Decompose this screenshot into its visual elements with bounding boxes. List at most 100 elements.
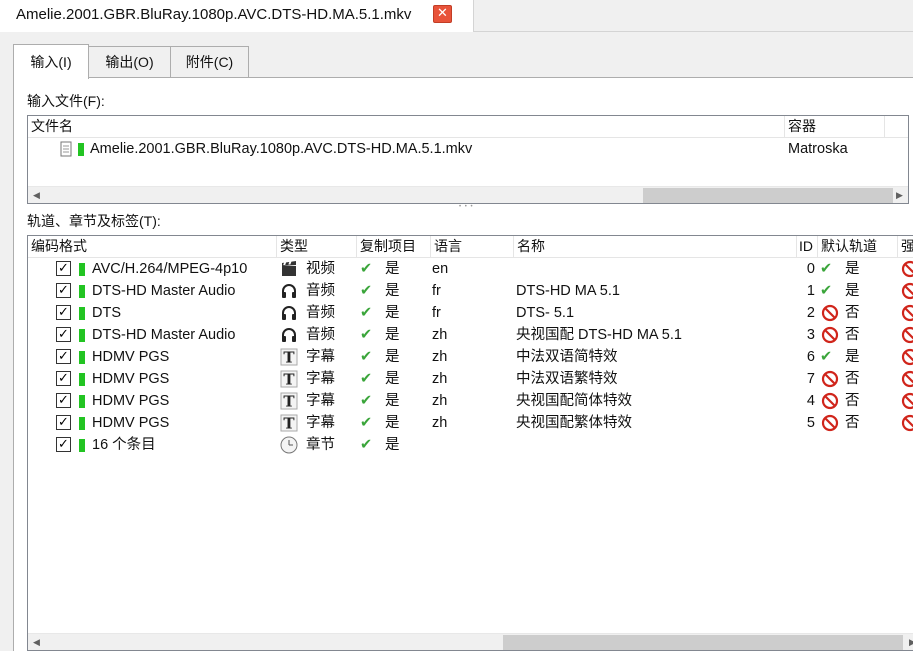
- track-row[interactable]: ✓ AVC/H.264/MPEG-4p10 视频 ✔ 是 en 0 ✔ 是: [28, 258, 913, 280]
- checkmark-icon: ✔: [360, 305, 373, 321]
- track-type: 章节: [306, 437, 335, 453]
- tab-attachments[interactable]: 附件(C): [170, 46, 249, 77]
- splitter-handle[interactable]: • • •: [459, 204, 474, 210]
- track-copy: 是: [385, 415, 400, 431]
- no-icon: [821, 414, 839, 432]
- svg-text:T: T: [283, 349, 295, 367]
- track-status-bar: [79, 263, 85, 276]
- column-header-default[interactable]: 默认轨道: [818, 236, 898, 258]
- track-status-bar: [79, 417, 85, 430]
- track-checkbox[interactable]: ✓: [56, 283, 71, 298]
- file-icon: [58, 140, 76, 158]
- track-default: 是: [845, 349, 860, 365]
- checkmark-icon: ✔: [360, 349, 373, 365]
- tracks-list[interactable]: 编码格式 类型 复制项目 语言 名称 ID 默认轨道 强 ✓ AVC/H.264/…: [27, 235, 913, 651]
- track-id: 1: [806, 283, 815, 299]
- track-default: 否: [845, 393, 860, 409]
- track-checkbox[interactable]: ✓: [56, 415, 71, 430]
- track-checkbox[interactable]: ✓: [56, 305, 71, 320]
- checkmark-icon: ✔: [360, 261, 373, 277]
- checkmark-icon: ✔: [820, 349, 833, 365]
- track-status-bar: [79, 373, 85, 386]
- checkmark-icon: ✔: [360, 283, 373, 299]
- column-header-codec[interactable]: 编码格式: [28, 236, 277, 258]
- track-copy: 是: [385, 371, 400, 387]
- column-header-language[interactable]: 语言: [431, 236, 514, 258]
- track-language: zh: [432, 371, 448, 387]
- scroll-thumb[interactable]: [503, 635, 903, 650]
- svg-text:T: T: [283, 415, 295, 433]
- track-copy: 是: [385, 437, 400, 453]
- tab-output[interactable]: 输出(O): [88, 46, 171, 77]
- track-name: 央视国配繁体特效: [516, 415, 632, 431]
- tracks-hscrollbar[interactable]: ◀ ▶: [28, 633, 913, 650]
- column-header-container[interactable]: 容器: [785, 116, 885, 138]
- forced-no-icon: [901, 304, 913, 322]
- close-icon[interactable]: ✕: [433, 5, 452, 23]
- document-tab-title: Amelie.2001.GBR.BluRay.1080p.AVC.DTS-HD.…: [16, 6, 412, 23]
- scroll-right-icon[interactable]: ▶: [904, 634, 913, 650]
- track-row[interactable]: ✓ HDMV PGS T 字幕 ✔ 是 zh 中法双语简特效 6 ✔ 是: [28, 346, 913, 368]
- tab-input[interactable]: 输入(I): [13, 44, 89, 79]
- document-tab[interactable]: Amelie.2001.GBR.BluRay.1080p.AVC.DTS-HD.…: [0, 0, 474, 33]
- column-header-filename[interactable]: 文件名: [28, 116, 785, 138]
- forced-no-icon: [901, 392, 913, 410]
- column-header-name[interactable]: 名称: [514, 236, 797, 258]
- input-file-row[interactable]: Amelie.2001.GBR.BluRay.1080p.AVC.DTS-HD.…: [28, 138, 908, 160]
- track-language: fr: [432, 283, 441, 299]
- track-type: 字幕: [306, 415, 335, 431]
- track-language: zh: [432, 327, 448, 343]
- track-language: zh: [432, 415, 448, 431]
- track-id: 4: [806, 393, 815, 409]
- headphones-icon: [280, 282, 298, 300]
- track-name: DTS- 5.1: [516, 305, 575, 321]
- track-row[interactable]: ✓ DTS-HD Master Audio 音频 ✔ 是 zh 央视国配 DTS-HD MA…: [28, 324, 913, 346]
- column-header-copy[interactable]: 复制项目: [357, 236, 431, 258]
- track-status-bar: [79, 351, 85, 364]
- scroll-left-icon[interactable]: ◀: [28, 634, 45, 650]
- input-tab-content: 输入文件(F): 文件名 容器 Amelie.2001.GBR.BluRay.1…: [13, 77, 913, 651]
- scroll-thumb[interactable]: [643, 188, 893, 203]
- track-default: 否: [845, 371, 860, 387]
- track-row[interactable]: ✓ HDMV PGS T 字幕 ✔ 是 zh 央视国配简体特效 4 否: [28, 390, 913, 412]
- track-copy: 是: [385, 327, 400, 343]
- track-id: 6: [806, 349, 815, 365]
- checkmark-icon: ✔: [360, 393, 373, 409]
- track-codec: DTS: [92, 305, 121, 321]
- track-checkbox[interactable]: ✓: [56, 349, 71, 364]
- track-codec: DTS-HD Master Audio: [92, 283, 236, 299]
- file-name: Amelie.2001.GBR.BluRay.1080p.AVC.DTS-HD.…: [90, 141, 473, 157]
- forced-no-icon: [901, 414, 913, 432]
- scroll-right-icon[interactable]: ▶: [891, 187, 908, 203]
- track-id: 7: [806, 371, 815, 387]
- track-default: 否: [845, 415, 860, 431]
- track-checkbox[interactable]: ✓: [56, 437, 71, 452]
- track-name: 中法双语繁特效: [516, 371, 618, 387]
- forced-no-icon: [901, 348, 913, 366]
- track-name: DTS-HD MA 5.1: [516, 283, 620, 299]
- track-checkbox[interactable]: ✓: [56, 393, 71, 408]
- track-row[interactable]: ✓ HDMV PGS T 字幕 ✔ 是 zh 中法双语繁特效 7 否: [28, 368, 913, 390]
- track-row[interactable]: ✓ HDMV PGS T 字幕 ✔ 是 zh 央视国配繁体特效 5 否: [28, 412, 913, 434]
- track-checkbox[interactable]: ✓: [56, 371, 71, 386]
- track-checkbox[interactable]: ✓: [56, 261, 71, 276]
- tracks-header: 编码格式 类型 复制项目 语言 名称 ID 默认轨道 强: [28, 236, 913, 258]
- column-header-type[interactable]: 类型: [277, 236, 357, 258]
- no-icon: [821, 326, 839, 344]
- track-row[interactable]: ✓ DTS-HD Master Audio 音频 ✔ 是 fr DTS-HD MA 5.1 1…: [28, 280, 913, 302]
- track-language: zh: [432, 393, 448, 409]
- track-id: 3: [806, 327, 815, 343]
- track-language: zh: [432, 349, 448, 365]
- input-files-hscrollbar[interactable]: ◀ ▶: [28, 186, 908, 203]
- track-row[interactable]: ✓ DTS 音频 ✔ 是 fr DTS- 5.1 2 否: [28, 302, 913, 324]
- column-header-id[interactable]: ID: [797, 236, 818, 258]
- track-checkbox[interactable]: ✓: [56, 327, 71, 342]
- scroll-left-icon[interactable]: ◀: [28, 187, 45, 203]
- column-header-forced[interactable]: 强: [898, 236, 913, 258]
- file-status-bar: [78, 143, 84, 156]
- input-files-list[interactable]: 文件名 容器 Amelie.2001.GBR.BluRay.1080p.AVC.…: [27, 115, 909, 204]
- no-icon: [821, 370, 839, 388]
- track-status-bar: [79, 395, 85, 408]
- track-row[interactable]: ✓ 16 个条目 章节 ✔ 是: [28, 434, 913, 456]
- track-default: 是: [845, 261, 860, 277]
